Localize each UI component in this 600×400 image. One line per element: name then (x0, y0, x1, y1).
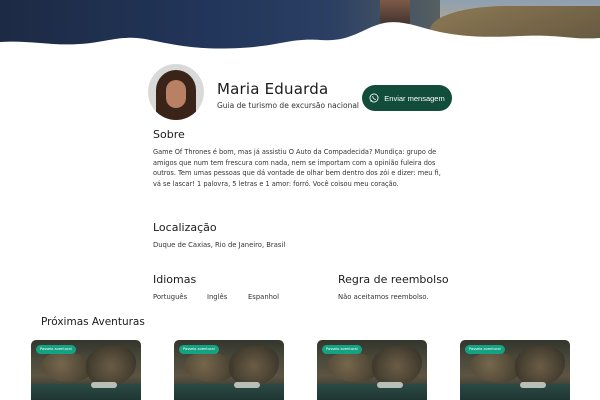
card-badge: Passeio aventural (36, 345, 76, 354)
cover-image (0, 0, 600, 60)
card-image-rock (184, 352, 234, 382)
location-title: Localização (153, 221, 217, 234)
about-text: Game Of Thrones é bom, mas já assistiu O… (153, 148, 441, 189)
avatar (148, 64, 204, 120)
card-image-rock (327, 352, 377, 382)
card-image-rock (86, 346, 136, 386)
card-image-rock (372, 346, 422, 386)
card-image-waterfall (377, 382, 403, 388)
card-image-water (460, 384, 570, 400)
about-title: Sobre (153, 128, 185, 141)
card-badge: Passeio aventural (322, 345, 362, 354)
whatsapp-icon (369, 93, 379, 103)
language-item: Português (153, 293, 188, 301)
card-image-waterfall (520, 382, 546, 388)
language-item: Inglês (207, 293, 228, 301)
cover-wave-divider (0, 22, 600, 60)
card-image-rock (470, 352, 520, 382)
card-image-waterfall (91, 382, 117, 388)
profile-name: Maria Eduarda (217, 80, 329, 98)
send-message-button[interactable]: Enviar mensagem (362, 85, 452, 111)
avatar-face (166, 80, 186, 108)
languages-title: Idiomas (153, 273, 197, 286)
send-message-label: Enviar mensagem (384, 93, 445, 103)
card-image-rock (229, 346, 279, 386)
card-image-rock (515, 346, 565, 386)
profile-role: Guia de turismo de excursão nacional (217, 101, 359, 110)
card-badge: Passeio aventural (465, 345, 505, 354)
card-image-water (174, 384, 284, 400)
card-image-rock (41, 352, 91, 382)
location-text: Duque de Caxias, Rio de Janeiro, Brasil (153, 241, 286, 249)
card-badge: Passeio aventural (179, 345, 219, 354)
upcoming-adventures-title: Próximas Aventuras (41, 316, 145, 328)
card-image-waterfall (234, 382, 260, 388)
language-item: Espanhol (248, 293, 279, 301)
adventure-card[interactable]: Passeio aventural (460, 340, 570, 400)
refund-text: Não aceitamos reembolso. (338, 293, 429, 301)
refund-title: Regra de reembolso (338, 273, 449, 286)
adventure-card[interactable]: Passeio aventural (174, 340, 284, 400)
card-image-water (31, 384, 141, 400)
adventure-card[interactable]: Passeio aventural (317, 340, 427, 400)
card-image-water (317, 384, 427, 400)
adventure-card[interactable]: Passeio aventural (31, 340, 141, 400)
